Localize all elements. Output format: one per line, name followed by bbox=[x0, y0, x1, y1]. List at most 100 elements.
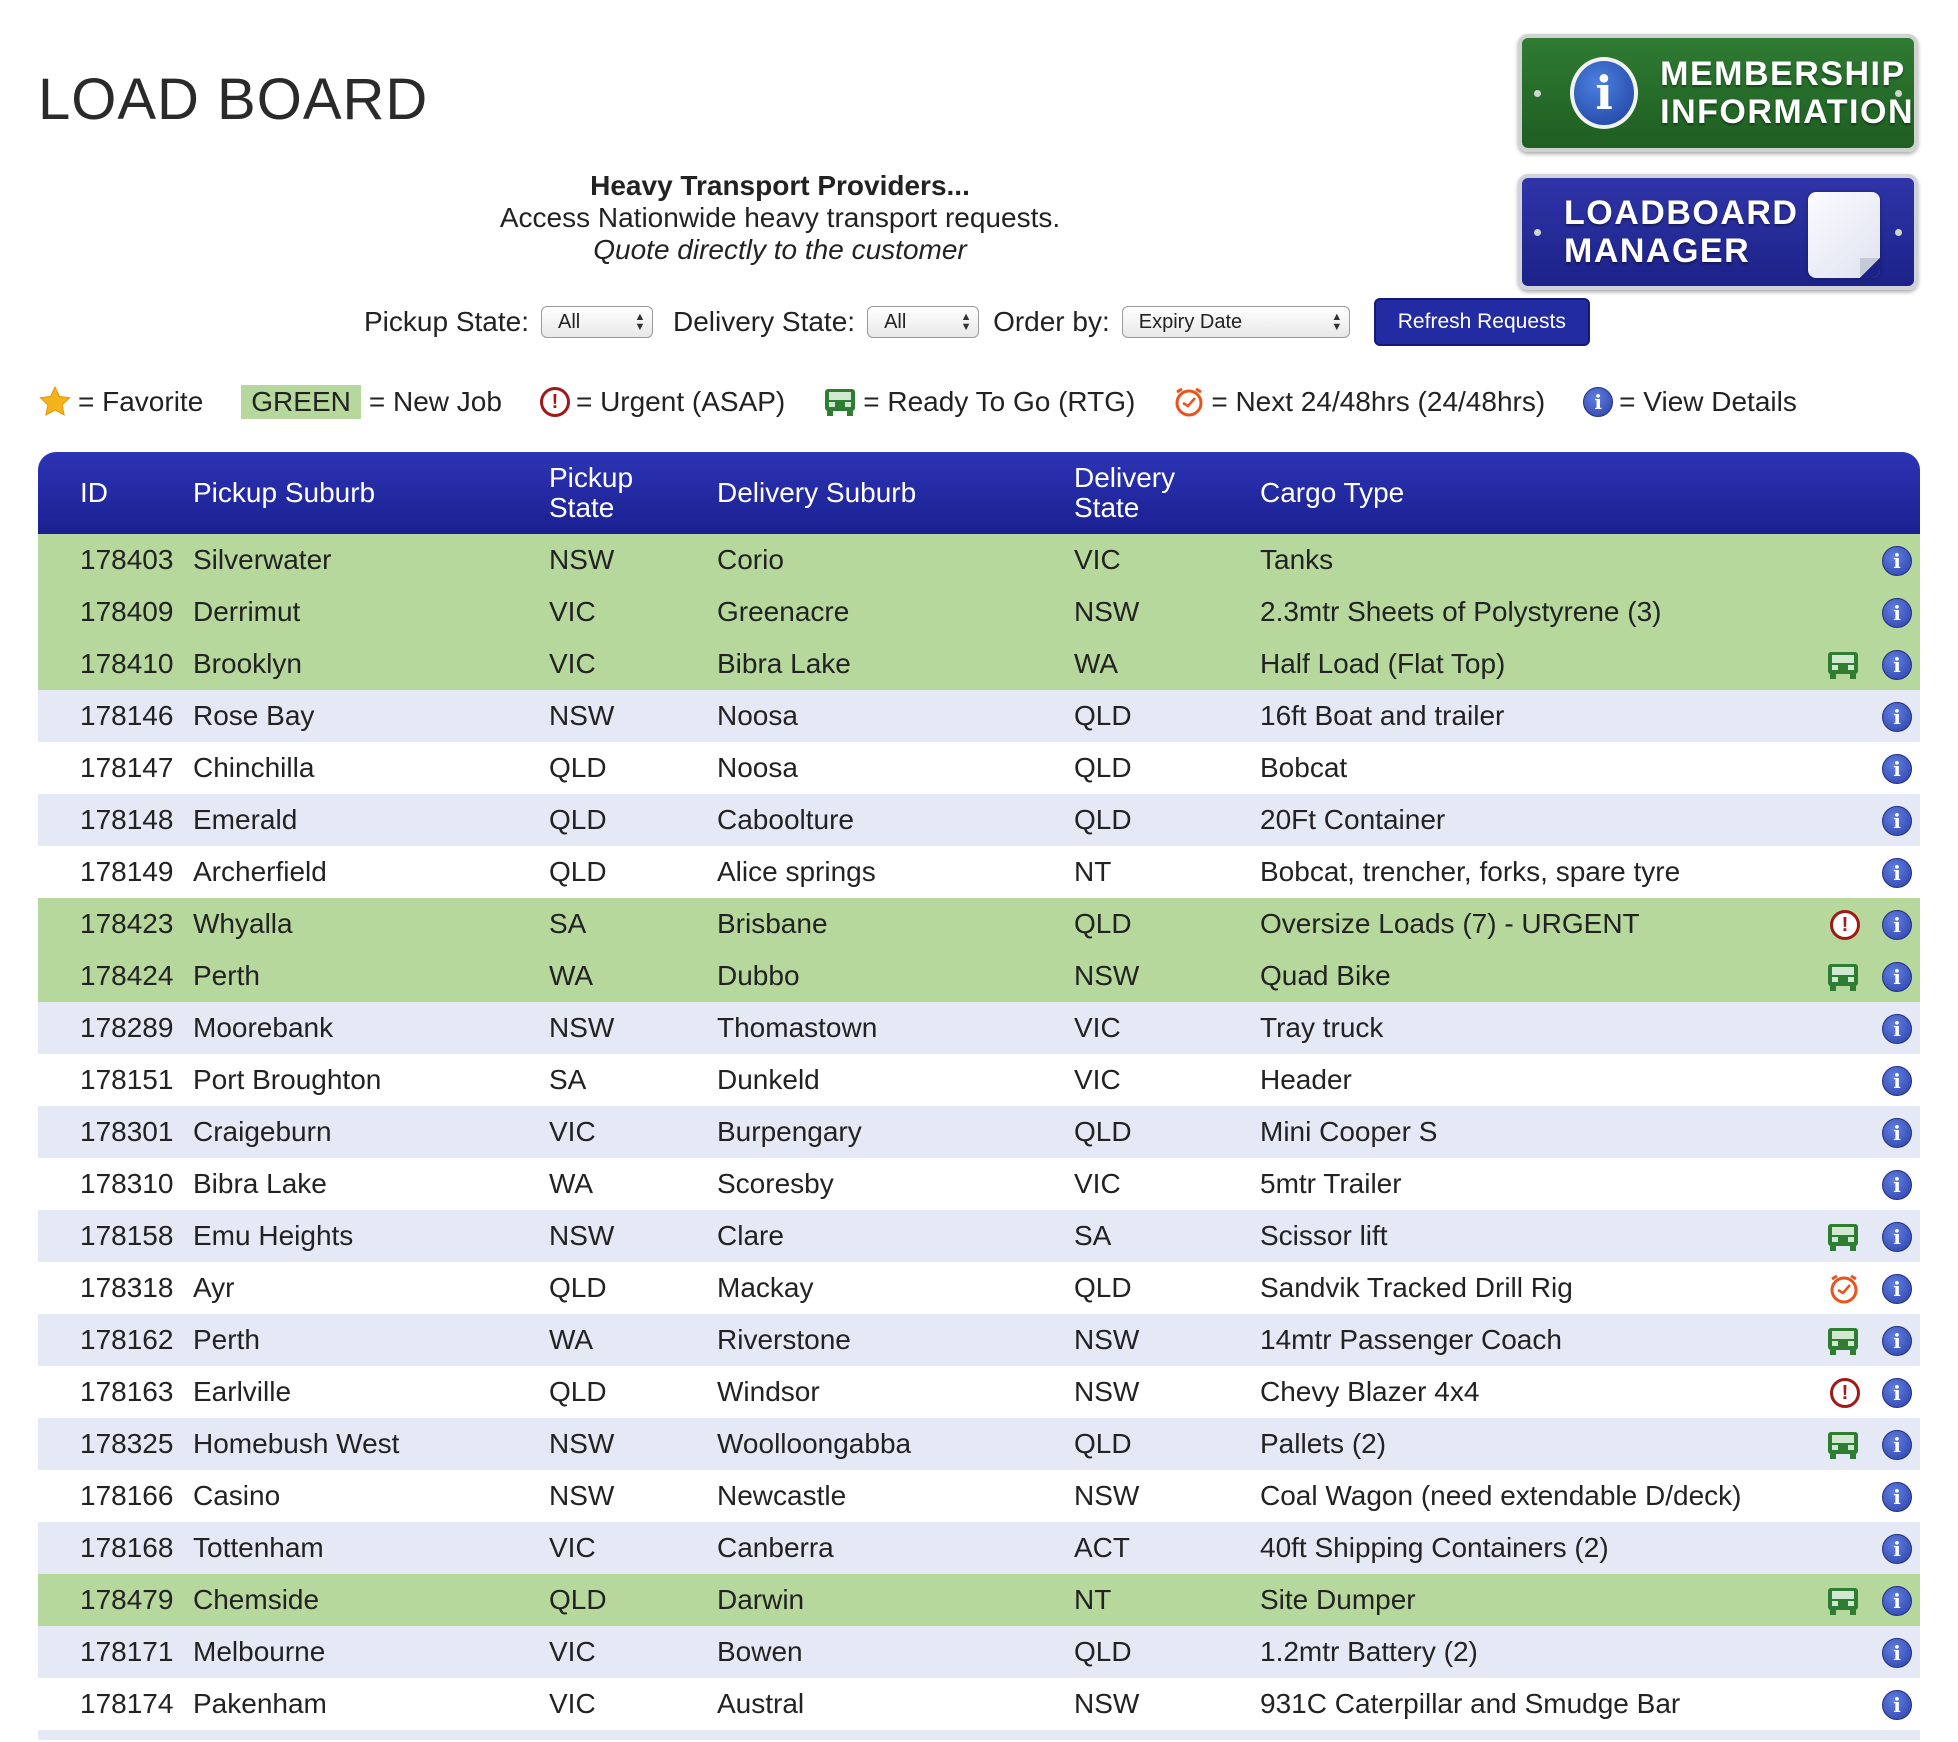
refresh-requests-button[interactable]: Refresh Requests bbox=[1373, 298, 1590, 346]
table-row[interactable]: 178171 Melbourne VIC Bowen QLD 1.2mtr Battery… bbox=[38, 1626, 1920, 1678]
row-id: 178403 bbox=[80, 544, 174, 575]
row-delivery-state: VIC bbox=[1074, 1012, 1121, 1043]
table-row[interactable]: 178424 Perth WA Dubbo NSW Quad Bike i bbox=[38, 950, 1920, 1002]
page-title: LOAD BOARD bbox=[38, 67, 429, 132]
view-details-icon[interactable]: i bbox=[1882, 754, 1912, 785]
table-row[interactable]: 178318 Ayr QLD Mackay QLD Sandvik Tracked Dri… bbox=[38, 1262, 1920, 1314]
view-details-icon[interactable]: i bbox=[1882, 1638, 1912, 1669]
row-delivery-suburb: Darwin bbox=[717, 1584, 805, 1615]
table-row[interactable]: 178146 Rose Bay NSW Noosa QLD 16ft Boat and t… bbox=[38, 690, 1920, 742]
row-cargo-type: Site Dumper bbox=[1260, 1584, 1416, 1615]
row-actions: i bbox=[1820, 1470, 1920, 1522]
table-row[interactable]: 178166 Casino NSW Newcastle NSW Coal Wagon (n… bbox=[38, 1470, 1920, 1522]
view-details-icon[interactable]: i bbox=[1882, 1690, 1912, 1721]
column-header-id[interactable]: ID bbox=[38, 452, 193, 534]
row-id: 178149 bbox=[80, 856, 174, 887]
row-delivery-state: NT bbox=[1074, 856, 1112, 887]
row-delivery-state: QLD bbox=[1074, 700, 1132, 731]
view-details-icon[interactable]: i bbox=[1882, 546, 1912, 577]
view-details-icon[interactable]: i bbox=[1882, 1326, 1912, 1357]
row-actions: i bbox=[1820, 846, 1920, 898]
row-cargo-type: Tanks bbox=[1260, 544, 1334, 575]
table-row[interactable]: 178289 Moorebank NSW Thomastown VIC Tray truc… bbox=[38, 1002, 1920, 1054]
view-details-icon[interactable]: i bbox=[1882, 1586, 1912, 1617]
row-cargo-type: Header bbox=[1260, 1064, 1352, 1095]
view-details-icon[interactable]: i bbox=[1882, 1430, 1912, 1461]
row-id: 178148 bbox=[80, 804, 174, 835]
row-delivery-state: QLD bbox=[1074, 752, 1132, 783]
row-actions: i bbox=[1820, 1158, 1920, 1210]
loadboard-label-line1: LOADBOARD bbox=[1564, 194, 1799, 232]
loadboard-manager-button[interactable]: LOADBOARD MANAGER bbox=[1518, 174, 1918, 290]
row-actions: i bbox=[1820, 1054, 1920, 1106]
table-row[interactable]: 178174 Pakenham VIC Austral NSW 931C Caterpil… bbox=[38, 1678, 1920, 1730]
document-icon bbox=[1808, 192, 1880, 278]
table-row[interactable]: 178158 Emu Heights NSW Clare SA Scissor lift i bbox=[38, 1210, 1920, 1262]
view-details-icon[interactable]: i bbox=[1882, 1118, 1912, 1149]
delivery-state-label: Delivery State: bbox=[672, 306, 856, 337]
view-details-icon[interactable]: i bbox=[1882, 1482, 1912, 1513]
view-details-icon[interactable]: i bbox=[1882, 962, 1912, 993]
column-header-delivery-suburb[interactable]: Delivery Suburb bbox=[717, 452, 1074, 534]
row-delivery-suburb: Corio bbox=[717, 544, 784, 575]
table-row[interactable]: 178301 Craigeburn VIC Burpengary QLD Mini Coo… bbox=[38, 1106, 1920, 1158]
table-row[interactable]: 178147 Chinchilla QLD Noosa QLD Bobcat i bbox=[38, 742, 1920, 794]
membership-label-line1: MEMBERSHIP bbox=[1660, 55, 1906, 93]
column-header-cargo-type[interactable]: Cargo Type bbox=[1260, 452, 1820, 534]
row-pickup-state: VIC bbox=[549, 596, 596, 627]
view-details-icon[interactable]: i bbox=[1882, 1170, 1912, 1201]
table-row[interactable]: 178409 Derrimut VIC Greenacre NSW 2.3mtr Shee… bbox=[38, 586, 1920, 638]
row-id: 178162 bbox=[80, 1324, 174, 1355]
view-details-icon[interactable]: i bbox=[1882, 1014, 1912, 1045]
loadboard-label: LOADBOARD MANAGER bbox=[1564, 194, 1798, 270]
table-row[interactable]: 178151 Port Broughton SA Dunkeld VIC Header i bbox=[38, 1054, 1920, 1106]
header-text: Pickup bbox=[549, 462, 634, 493]
row-pickup-suburb: Pakenham bbox=[193, 1688, 327, 1719]
row-delivery-suburb: Clare bbox=[717, 1220, 784, 1251]
table-row[interactable]: 178148 Emerald QLD Caboolture QLD 20Ft Contai… bbox=[38, 794, 1920, 846]
table-row[interactable]: 178423 Whyalla SA Brisbane QLD Oversize Loads… bbox=[38, 898, 1920, 950]
row-cargo-type: Bobcat bbox=[1260, 752, 1348, 783]
view-details-icon[interactable]: i bbox=[1882, 598, 1912, 629]
pickup-state-value: All bbox=[557, 310, 581, 333]
view-details-icon[interactable]: i bbox=[1882, 858, 1912, 889]
table-row[interactable]: 178325 Homebush West NSW Woolloongabba QLD Pa… bbox=[38, 1418, 1920, 1470]
view-details-icon[interactable]: i bbox=[1882, 910, 1912, 941]
view-details-icon[interactable]: i bbox=[1882, 1066, 1912, 1097]
delivery-state-select[interactable]: All ▲ ▼ bbox=[867, 306, 980, 338]
view-details-icon[interactable]: i bbox=[1882, 702, 1912, 733]
rivet-decoration bbox=[1895, 90, 1902, 97]
order-by-select[interactable]: Expiry Date ▲ ▼ bbox=[1121, 306, 1350, 338]
view-details-icon[interactable]: i bbox=[1882, 1534, 1912, 1565]
pickup-state-select[interactable]: All ▲ ▼ bbox=[540, 306, 653, 338]
header-text: State bbox=[549, 492, 615, 523]
membership-information-button[interactable]: i MEMBERSHIP INFORMATION bbox=[1518, 34, 1918, 152]
table-row[interactable]: 178410 Brooklyn VIC Bibra Lake WA Half Load (… bbox=[38, 638, 1920, 690]
row-pickup-state: QLD bbox=[549, 1584, 607, 1615]
view-details-icon[interactable]: i bbox=[1882, 806, 1912, 837]
row-cargo-type: 20Ft Container bbox=[1260, 804, 1446, 835]
table-row[interactable]: 178479 Chemside QLD Darwin NT Site Dumper i bbox=[38, 1574, 1920, 1626]
row-delivery-suburb: Noosa bbox=[717, 752, 798, 783]
table-row[interactable]: 178310 Bibra Lake WA Scoresby VIC 5mtr Traile… bbox=[38, 1158, 1920, 1210]
view-details-icon[interactable]: i bbox=[1882, 1273, 1912, 1304]
view-details-icon[interactable]: i bbox=[1882, 1378, 1912, 1409]
row-cargo-type: Sandvik Tracked Drill Rig bbox=[1260, 1272, 1573, 1303]
table-row[interactable]: 178163 Earlville QLD Windsor NSW Chevy Blazer… bbox=[38, 1366, 1920, 1418]
row-cargo-type: 14mtr Passenger Coach bbox=[1260, 1324, 1562, 1355]
order-by-label: Order by: bbox=[993, 306, 1110, 337]
table-row[interactable]: 178162 Perth WA Riverstone NSW 14mtr Passenge… bbox=[38, 1314, 1920, 1366]
legend-rtg: = Ready To Go (RTG) bbox=[823, 386, 1135, 418]
table-row[interactable]: 178403 Silverwater NSW Corio VIC Tanks i bbox=[38, 534, 1920, 586]
column-header-pickup-suburb[interactable]: Pickup Suburb bbox=[193, 452, 549, 534]
table-row[interactable]: 178168 Tottenham VIC Canberra ACT 40ft Shippi… bbox=[38, 1522, 1920, 1574]
table-row[interactable]: 178149 Archerfield QLD Alice springs NT Bobca… bbox=[38, 846, 1920, 898]
view-details-icon[interactable]: i bbox=[1882, 1222, 1912, 1253]
row-cargo-type: 40ft Shipping Containers (2) bbox=[1260, 1532, 1609, 1563]
view-details-icon[interactable]: i bbox=[1882, 650, 1912, 681]
column-header-delivery-state[interactable]: Delivery State bbox=[1074, 452, 1260, 534]
membership-label: MEMBERSHIP INFORMATION bbox=[1660, 55, 1914, 131]
column-header-pickup-state[interactable]: Pickup State bbox=[549, 452, 717, 534]
row-pickup-suburb: Brooklyn bbox=[193, 648, 302, 679]
legend-details: i = View Details bbox=[1583, 386, 1797, 418]
